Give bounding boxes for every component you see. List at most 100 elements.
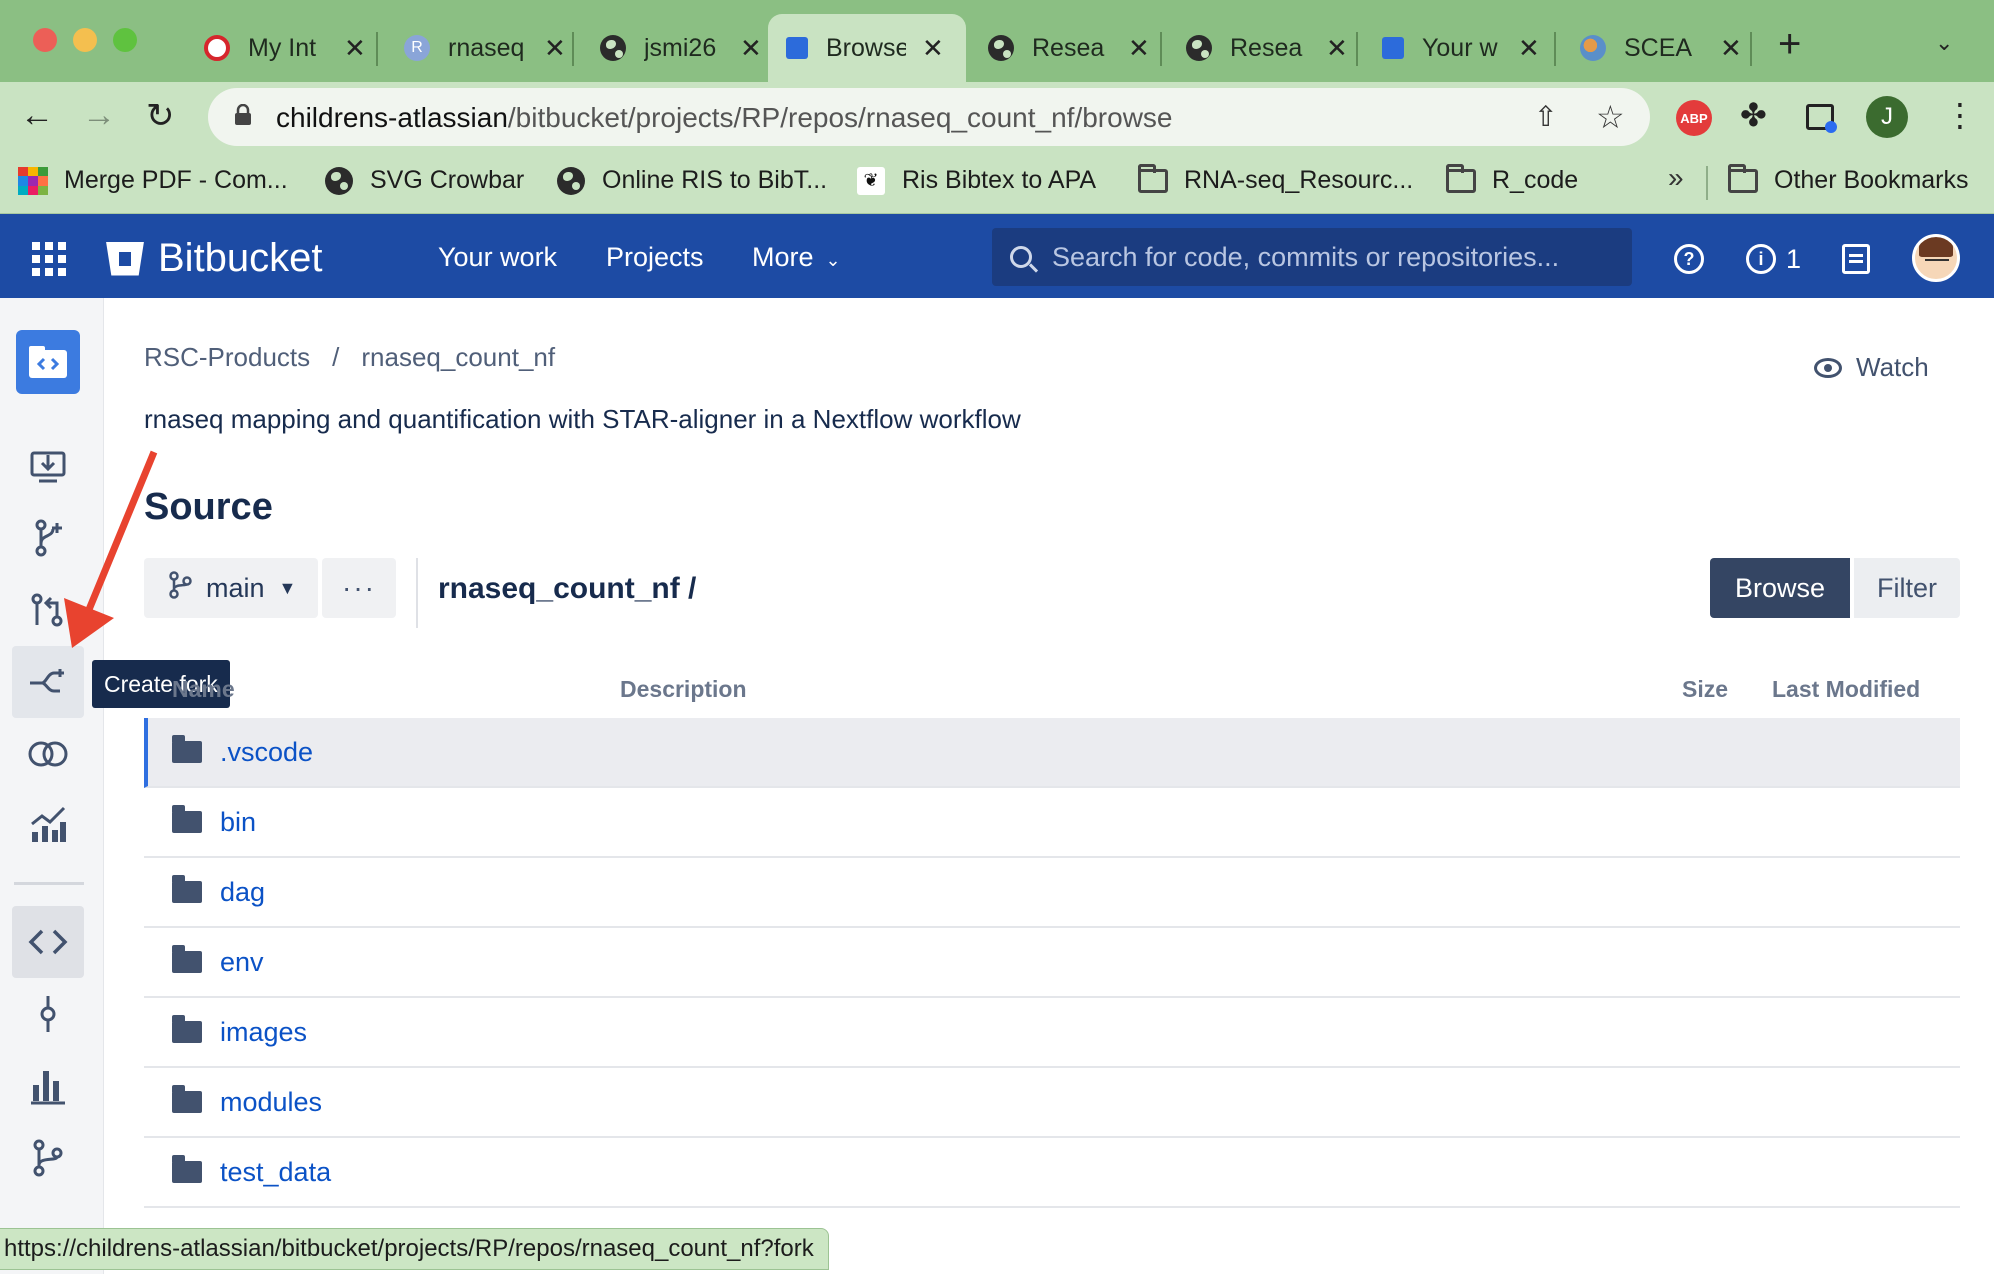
app-switcher-icon[interactable] <box>32 242 66 276</box>
branches-icon[interactable] <box>12 1122 84 1194</box>
profile-avatar[interactable]: J <box>1866 96 1908 138</box>
adblock-plus-icon[interactable]: ABP <box>1676 100 1712 136</box>
global-search[interactable] <box>992 228 1632 286</box>
window-zoom-button[interactable] <box>113 28 137 52</box>
browser-tab-8[interactable]: SCEA ✕ <box>1562 14 1760 82</box>
browser-tab-2[interactable]: R rnaseq ✕ <box>386 14 584 82</box>
commits-icon[interactable] <box>12 978 84 1050</box>
source-code-icon[interactable] <box>12 906 84 978</box>
info-icon[interactable]: i <box>1746 244 1776 274</box>
notification-count: 1 <box>1786 244 1802 274</box>
browser-tab-3[interactable]: jsmi26 ✕ <box>582 14 780 82</box>
file-row[interactable]: env <box>144 928 1960 998</box>
browser-menu-icon[interactable]: ⋮ <box>1944 96 1976 134</box>
back-arrow-icon[interactable]: ← <box>20 96 54 135</box>
tab-close-icon[interactable]: ✕ <box>1128 33 1150 64</box>
file-row[interactable]: images <box>144 998 1960 1068</box>
lock-icon <box>235 104 251 125</box>
breadcrumb-project-link[interactable]: RSC-Products <box>144 342 310 372</box>
file-row[interactable]: test_data <box>144 1138 1960 1208</box>
bookmark-rna-seq-resources[interactable]: RNA-seq_Resourc... <box>1138 163 1413 195</box>
r-icon: R <box>404 35 430 61</box>
browser-tab-7[interactable]: Your w ✕ <box>1364 14 1558 82</box>
reload-icon[interactable]: ↻ <box>146 96 175 136</box>
tab-close-icon[interactable]: ✕ <box>1518 33 1540 64</box>
compare-icon[interactable] <box>12 718 84 790</box>
file-row[interactable]: dag <box>144 858 1960 928</box>
current-path: rnaseq_count_nf / <box>438 572 697 605</box>
opera-icon <box>204 35 230 61</box>
tab-close-icon[interactable]: ✕ <box>544 33 566 64</box>
folder-link[interactable]: .vscode <box>220 737 313 768</box>
extensions-puzzle-icon[interactable]: ✤ <box>1740 96 1767 134</box>
browser-tab-5[interactable]: Resea ✕ <box>970 14 1168 82</box>
globe-icon <box>557 166 585 195</box>
tab-title: Your w <box>1422 33 1498 62</box>
insights-chart-icon[interactable] <box>12 788 84 860</box>
bookmark-online-ris[interactable]: Online RIS to BibT... <box>556 166 827 195</box>
nav-more[interactable]: More ⌄ <box>752 242 841 273</box>
more-actions-button[interactable]: ··· <box>322 558 396 618</box>
branch-selector[interactable]: main ▼ <box>144 558 318 618</box>
tab-title: Browse <box>826 33 906 62</box>
file-row[interactable]: modules <box>144 1068 1960 1138</box>
create-fork-icon[interactable] <box>12 646 84 718</box>
browser-tab-4-active[interactable]: Browse ✕ <box>768 14 966 82</box>
window-minimize-button[interactable] <box>73 28 97 52</box>
bitbucket-icon <box>786 37 808 59</box>
watch-button[interactable]: Watch <box>1814 352 1929 383</box>
globe-icon <box>988 35 1014 61</box>
folder-link[interactable]: env <box>220 947 264 978</box>
folder-link[interactable]: modules <box>220 1087 322 1118</box>
nav-projects[interactable]: Projects <box>606 242 704 273</box>
whats-new-icon[interactable] <box>1842 244 1870 274</box>
address-bar[interactable]: childrens-atlassian/bitbucket/projects/R… <box>208 88 1650 146</box>
folder-icon <box>172 1085 202 1113</box>
browser-tab-1[interactable]: My Int ✕ <box>186 14 384 82</box>
breadcrumb-repo-link[interactable]: rnaseq_count_nf <box>361 342 555 372</box>
branches-bar-chart-icon[interactable] <box>12 1050 84 1122</box>
tab-close-icon[interactable]: ✕ <box>1326 33 1348 64</box>
tab-close-icon[interactable]: ✕ <box>344 33 366 64</box>
nav-your-work[interactable]: Your work <box>438 242 557 273</box>
bookmark-star-icon[interactable]: ☆ <box>1596 98 1625 136</box>
create-pull-request-icon[interactable] <box>12 574 84 646</box>
window-close-button[interactable] <box>33 28 57 52</box>
folder-link[interactable]: images <box>220 1017 307 1048</box>
bookmark-merge-pdf[interactable]: Merge PDF - Com... <box>18 166 288 195</box>
search-input[interactable] <box>1052 241 1632 273</box>
column-header-size: Size <box>1682 676 1729 702</box>
bookmarks-overflow-chevron[interactable]: » <box>1668 162 1684 194</box>
bitbucket-logo[interactable]: Bitbucket <box>106 236 323 281</box>
folder-link[interactable]: bin <box>220 807 256 838</box>
help-icon[interactable]: ? <box>1674 244 1704 274</box>
branch-icon <box>168 570 192 606</box>
bookmark-ris-bibtex-apa[interactable]: ❦ Ris Bibtex to APA <box>856 166 1096 195</box>
user-avatar[interactable] <box>1912 234 1960 282</box>
bookmark-svg-crowbar[interactable]: SVG Crowbar <box>324 166 524 195</box>
browser-tab-6[interactable]: Resea ✕ <box>1168 14 1366 82</box>
share-icon[interactable]: ⇧ <box>1534 100 1557 133</box>
repository-avatar[interactable] <box>16 330 80 394</box>
chevron-down-icon: ⌄ <box>825 250 841 270</box>
bookmark-other-bookmarks[interactable]: Other Bookmarks <box>1728 163 1969 195</box>
folder-icon <box>172 805 202 833</box>
side-panel-icon[interactable] <box>1806 104 1837 133</box>
tab-close-icon[interactable]: ✕ <box>922 33 944 64</box>
tab-close-icon[interactable]: ✕ <box>740 33 762 64</box>
clone-download-icon[interactable] <box>12 430 84 502</box>
create-branch-icon[interactable] <box>12 502 84 574</box>
tab-close-icon[interactable]: ✕ <box>1720 33 1742 64</box>
tab-search-chevron-icon[interactable]: ⌄ <box>1935 30 1953 56</box>
folder-link[interactable]: test_data <box>220 1157 331 1188</box>
folder-icon <box>1138 163 1168 193</box>
forward-arrow-icon[interactable]: → <box>82 96 116 135</box>
folder-link[interactable]: dag <box>220 877 265 908</box>
filter-toggle-button[interactable]: Filter <box>1854 558 1960 618</box>
bookmark-r-code[interactable]: R_code <box>1446 163 1578 195</box>
file-row[interactable]: bin <box>144 788 1960 858</box>
new-tab-plus-icon[interactable]: + <box>1778 22 1801 67</box>
file-row[interactable]: .vscode <box>144 718 1960 788</box>
repository-description: rnaseq mapping and quantification with S… <box>144 404 1021 434</box>
browse-toggle-button[interactable]: Browse <box>1710 558 1850 618</box>
